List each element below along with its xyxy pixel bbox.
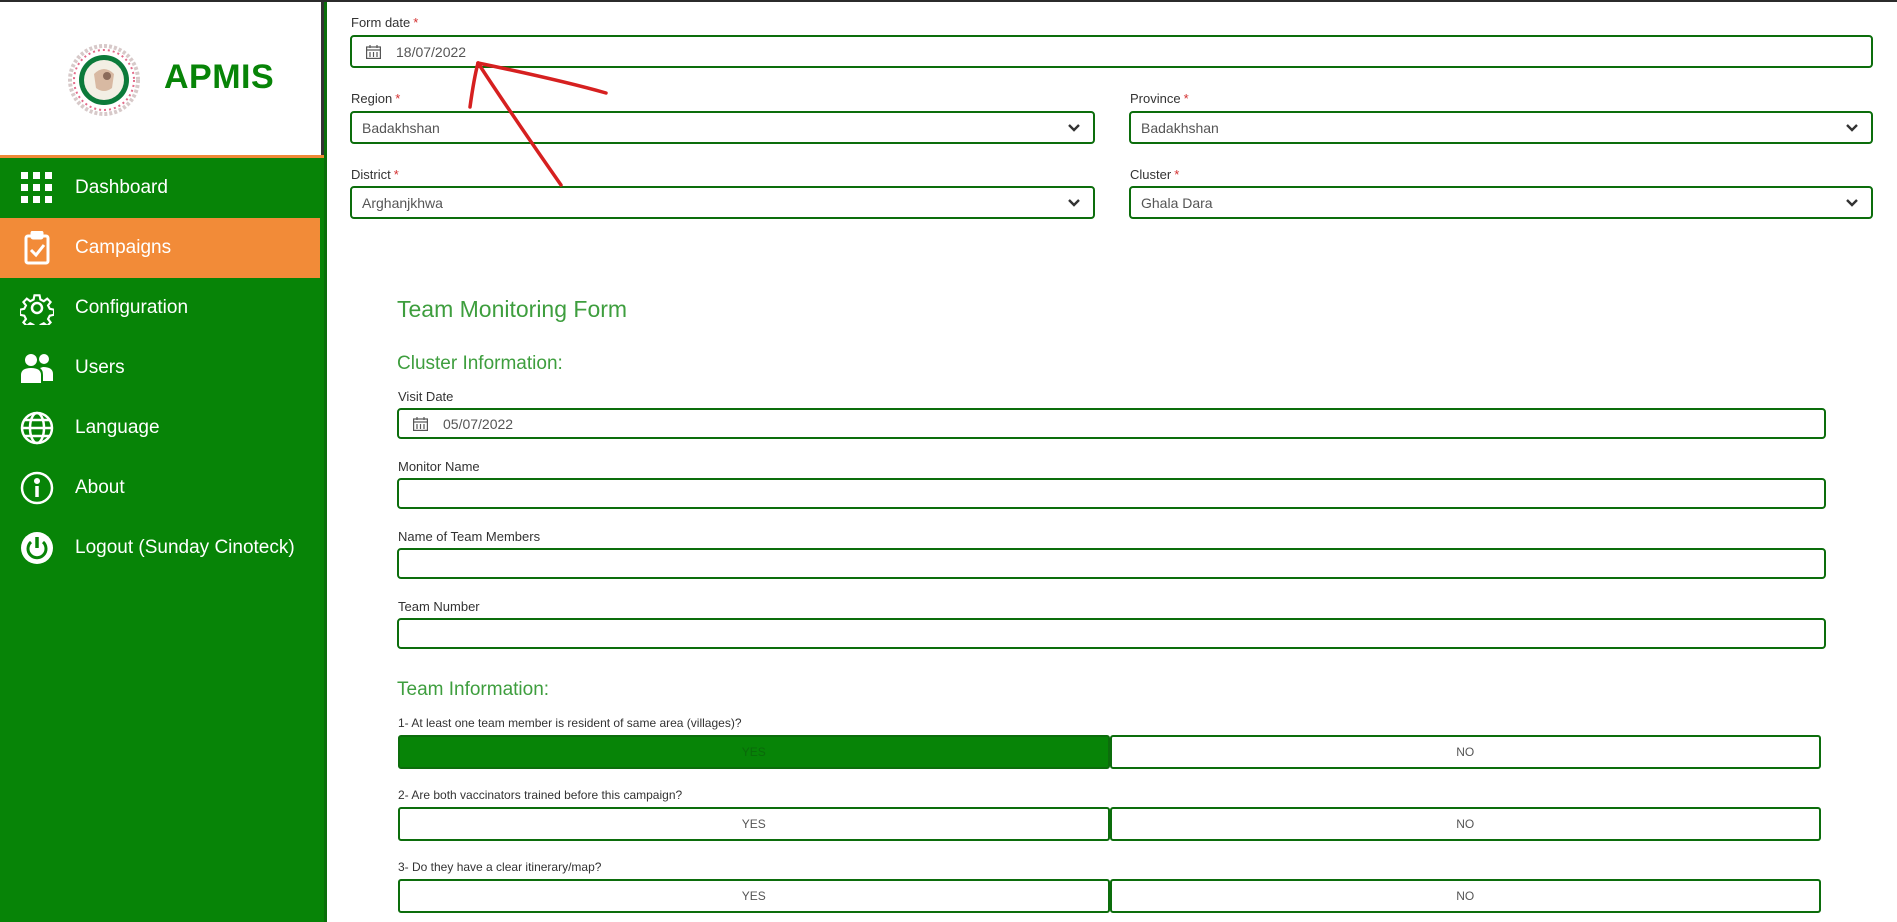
cluster-value: Ghala Dara bbox=[1141, 195, 1213, 211]
nav-about[interactable]: About bbox=[0, 458, 320, 518]
power-icon bbox=[21, 532, 53, 564]
region-value: Badakhshan bbox=[362, 120, 440, 136]
nav-logout[interactable]: Logout (Sunday Cinoteck) bbox=[0, 518, 320, 578]
monitor-name-label: Monitor Name bbox=[398, 459, 480, 474]
form-date-field[interactable]: 18/07/2022 bbox=[350, 35, 1873, 68]
team-number-label: Team Number bbox=[398, 599, 480, 614]
chevron-down-icon bbox=[1068, 124, 1080, 132]
clipboard-check-icon bbox=[24, 231, 50, 265]
question-2-yes-button[interactable]: YES bbox=[398, 807, 1110, 841]
district-label: District * bbox=[351, 167, 399, 182]
province-select[interactable]: Badakhshan bbox=[1129, 111, 1873, 144]
question-1-text: 1- At least one team member is resident … bbox=[398, 716, 742, 730]
chevron-down-icon bbox=[1846, 124, 1858, 132]
info-icon bbox=[20, 471, 54, 505]
cluster-label: Cluster * bbox=[1130, 167, 1180, 182]
cluster-select[interactable]: Ghala Dara bbox=[1129, 186, 1873, 219]
question-3-yes-button[interactable]: YES bbox=[398, 879, 1110, 913]
question-3-text: 3- Do they have a clear itinerary/map? bbox=[398, 860, 602, 874]
users-icon bbox=[21, 354, 53, 383]
form-title: Team Monitoring Form bbox=[397, 296, 628, 322]
logo-area: APMIS bbox=[0, 2, 324, 155]
cluster-info-heading: Cluster Information: bbox=[397, 353, 563, 374]
calendar-icon bbox=[366, 45, 381, 59]
nav-campaigns[interactable]: Campaigns bbox=[0, 218, 320, 278]
province-value: Badakhshan bbox=[1141, 120, 1219, 136]
nav-dashboard[interactable]: Dashboard bbox=[0, 158, 320, 218]
visit-date-field[interactable]: 05/07/2022 bbox=[397, 408, 1826, 439]
district-select[interactable]: Arghanjkhwa bbox=[350, 186, 1095, 219]
question-3-no-button[interactable]: NO bbox=[1109, 879, 1821, 913]
app-name: APMIS bbox=[164, 58, 275, 96]
annotation-arrow-line bbox=[468, 61, 480, 109]
nav-label-configuration: Configuration bbox=[75, 297, 189, 318]
region-label: Region * bbox=[351, 91, 401, 106]
question-2-toggle: YES NO bbox=[398, 807, 1821, 841]
nav-label-language: Language bbox=[75, 417, 160, 438]
nav-label-campaigns: Campaigns bbox=[75, 237, 172, 258]
visit-date-value: 05/07/2022 bbox=[443, 416, 514, 432]
gear-icon bbox=[20, 294, 54, 325]
calendar-icon bbox=[413, 417, 428, 431]
nav-language[interactable]: Language bbox=[0, 398, 320, 458]
question-1-yes-button[interactable]: YES bbox=[398, 735, 1110, 769]
region-select[interactable]: Badakhshan bbox=[350, 111, 1095, 144]
nav-label-dashboard: Dashboard bbox=[75, 177, 168, 198]
form-date-label: Form date * bbox=[351, 15, 419, 30]
sidebar-edge bbox=[324, 2, 327, 922]
question-3-toggle: YES NO bbox=[398, 879, 1821, 913]
globe-icon bbox=[20, 411, 54, 445]
chevron-down-icon bbox=[1846, 199, 1858, 207]
chevron-down-icon bbox=[1068, 199, 1080, 207]
question-2-text: 2- Are both vaccinators trained before t… bbox=[398, 788, 683, 802]
district-value: Arghanjkhwa bbox=[362, 195, 443, 211]
province-label: Province * bbox=[1130, 91, 1189, 106]
nav-configuration[interactable]: Configuration bbox=[0, 278, 320, 338]
nav-users[interactable]: Users bbox=[0, 338, 320, 398]
grid-icon bbox=[21, 172, 52, 203]
question-1-toggle: YES NO bbox=[398, 735, 1821, 769]
monitor-name-input[interactable] bbox=[397, 478, 1826, 509]
team-members-label: Name of Team Members bbox=[398, 529, 541, 544]
form-date-value: 18/07/2022 bbox=[396, 44, 467, 60]
question-2-no-button[interactable]: NO bbox=[1109, 807, 1821, 841]
question-1-no-button[interactable]: NO bbox=[1109, 735, 1821, 769]
nav-label-users: Users bbox=[75, 357, 125, 378]
team-members-input[interactable] bbox=[397, 548, 1826, 579]
sidebar: APMIS Dashboard Campaigns Configuration … bbox=[0, 2, 324, 922]
team-number-input[interactable] bbox=[397, 618, 1826, 649]
nav-label-logout: Logout (Sunday Cinoteck) bbox=[75, 537, 295, 558]
team-info-heading: Team Information: bbox=[397, 679, 550, 700]
visit-date-label: Visit Date bbox=[398, 389, 454, 404]
nav-label-about: About bbox=[75, 477, 125, 498]
apmis-emblem-icon bbox=[68, 44, 140, 116]
